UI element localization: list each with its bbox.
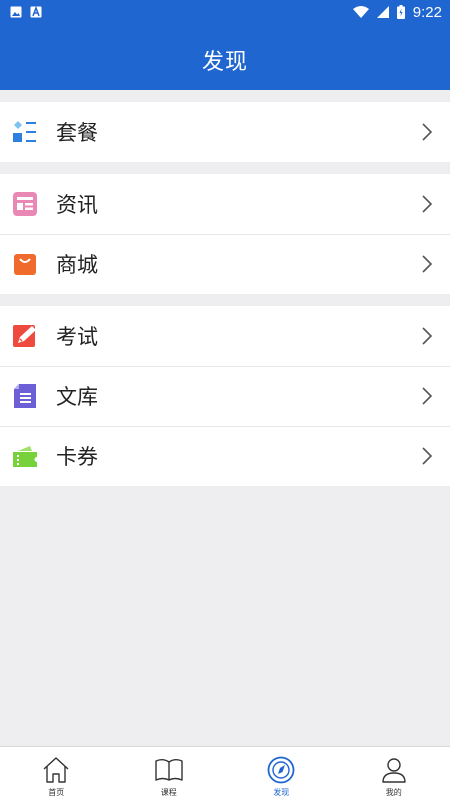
signal-icon xyxy=(376,6,389,18)
book-icon xyxy=(155,759,183,781)
nav-discover[interactable]: 发现 xyxy=(225,747,338,800)
discover-menu: 套餐 资讯 商城 考试 文库 卡券 xyxy=(0,90,450,486)
menu-item-package[interactable]: 套餐 xyxy=(0,102,450,162)
menu-item-news[interactable]: 资讯 xyxy=(0,174,450,234)
exam-edit-icon xyxy=(13,325,36,347)
chevron-right-icon xyxy=(422,447,433,465)
battery-icon xyxy=(396,5,405,19)
bottom-navigation: 首页 课程 发现 我的 xyxy=(0,746,450,800)
menu-item-library[interactable]: 文库 xyxy=(0,366,450,426)
menu-item-mall[interactable]: 商城 xyxy=(0,234,450,294)
user-icon xyxy=(382,758,406,783)
chevron-right-icon xyxy=(422,327,433,345)
chevron-right-icon xyxy=(422,123,433,141)
ticket-icon xyxy=(13,446,37,467)
document-library-icon xyxy=(14,384,36,408)
chevron-right-icon xyxy=(422,387,433,405)
menu-group-1: 套餐 xyxy=(0,102,450,162)
image-notification-icon xyxy=(10,6,22,18)
nav-courses[interactable]: 课程 xyxy=(113,747,226,800)
nav-home[interactable]: 首页 xyxy=(0,747,113,800)
menu-group-2: 资讯 商城 xyxy=(0,174,450,294)
menu-item-label: 文库 xyxy=(56,385,98,409)
nav-me[interactable]: 我的 xyxy=(338,747,450,800)
compass-icon xyxy=(267,756,295,784)
nav-discover-label: 发现 xyxy=(273,788,290,797)
status-time: 9:22 xyxy=(412,3,442,21)
page-title: 发现 xyxy=(201,50,248,75)
nav-courses-label: 课程 xyxy=(160,788,177,797)
chevron-right-icon xyxy=(422,255,433,273)
menu-group-3: 考试 文库 卡券 xyxy=(0,306,450,486)
news-icon xyxy=(13,192,37,216)
menu-item-label: 资讯 xyxy=(56,193,98,217)
status-bar: 9:22 xyxy=(0,0,450,24)
wifi-icon xyxy=(352,6,369,18)
nav-home-label: 首页 xyxy=(48,788,65,797)
chevron-right-icon xyxy=(422,195,433,213)
shopping-bag-icon xyxy=(14,254,36,275)
menu-item-label: 卡券 xyxy=(56,445,98,469)
top-app-bar: 9:22 发现 xyxy=(0,0,450,90)
package-list-icon xyxy=(13,121,36,142)
nav-me-label: 我的 xyxy=(385,788,402,797)
menu-item-label: 商城 xyxy=(56,253,98,277)
app-notification-icon xyxy=(30,6,42,18)
menu-item-exam[interactable]: 考试 xyxy=(0,306,450,366)
menu-item-label: 考试 xyxy=(56,325,98,349)
menu-item-label: 套餐 xyxy=(56,121,98,145)
home-icon xyxy=(43,757,69,783)
menu-item-coupon[interactable]: 卡券 xyxy=(0,426,450,486)
